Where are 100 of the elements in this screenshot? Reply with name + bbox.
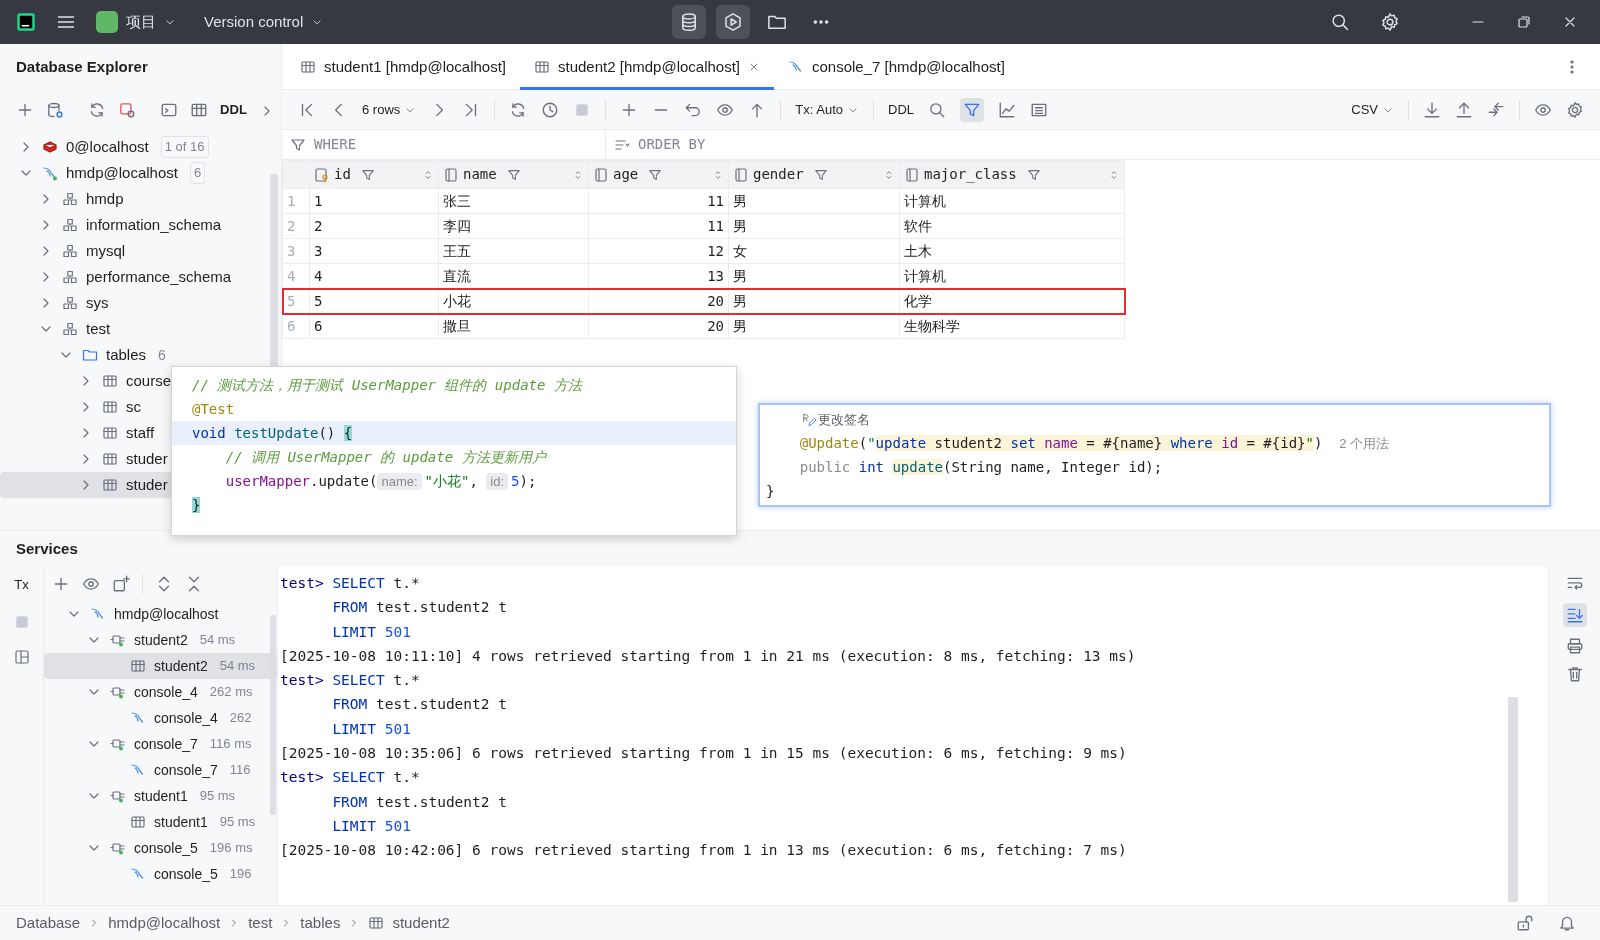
download-icon[interactable] (1423, 100, 1441, 119)
tree-label[interactable]: hmdp (86, 187, 124, 211)
layout-icon[interactable] (13, 648, 30, 665)
restore-icon[interactable] (1516, 14, 1532, 30)
trash-icon[interactable] (1565, 665, 1584, 683)
chart-icon[interactable] (998, 100, 1016, 119)
disconnect-icon[interactable] (118, 101, 136, 119)
column-name[interactable]: age (613, 164, 639, 185)
refresh-icon[interactable] (88, 101, 106, 119)
filter-icon[interactable] (1026, 167, 1041, 182)
filter-toggle-button[interactable] (960, 97, 984, 122)
column-name[interactable]: name (463, 164, 497, 185)
tree-label[interactable]: console_5 (134, 837, 198, 859)
scroll-to-end-button[interactable] (1562, 603, 1587, 627)
tree-label[interactable]: console_4 (134, 681, 198, 703)
settings-icon[interactable] (1566, 100, 1584, 119)
breadcrumb-item[interactable]: tables (300, 911, 341, 935)
tree-meta: 54 ms (219, 657, 256, 676)
add-icon[interactable] (52, 575, 70, 593)
search-icon[interactable] (928, 100, 946, 119)
where-filter-field[interactable]: WHERE (314, 134, 357, 155)
soft-wrap-icon[interactable] (1565, 575, 1584, 593)
run-icon[interactable] (723, 12, 743, 32)
console-line: [2025-10-08 10:35:06] 6 rows retrieved starting from 1 in 15 ms (execution: 6 ms, fetching: 9 ms) (279, 744, 1128, 764)
column-name[interactable]: id (334, 164, 351, 185)
settings-icon[interactable] (1380, 12, 1400, 32)
author-edit-icon[interactable] (802, 413, 816, 427)
notifications-icon[interactable] (1558, 914, 1576, 932)
tree-label[interactable]: performance_schema (86, 265, 232, 289)
tool-window-button[interactable] (672, 5, 706, 39)
tree-label[interactable]: console_7 (134, 733, 198, 755)
tree-label[interactable]: student1 (134, 785, 188, 807)
breadcrumb-item[interactable]: test (248, 911, 273, 935)
tool-window-button[interactable] (716, 5, 750, 39)
scrollbar[interactable] (1508, 697, 1518, 902)
tree-label[interactable]: tables (106, 343, 147, 367)
tree-meta: 196 (229, 865, 252, 884)
primary-key-icon (314, 166, 330, 183)
project-menu[interactable]: 项目 (126, 10, 156, 34)
editor-tab[interactable]: student1 [hmdp@localhost] (286, 44, 520, 90)
tree-meta: 262 (229, 709, 252, 728)
page-size-selector[interactable]: 6 rows (362, 99, 401, 120)
tree-label[interactable]: sys (86, 291, 109, 315)
filter-icon[interactable] (506, 167, 521, 182)
view-icon[interactable] (82, 575, 100, 593)
editor-tab[interactable]: student2 [hmdp@localhost] (520, 44, 774, 90)
console-line: [2025-10-08 10:11:10] 4 rows retrieved starting from 1 in 21 ms (execution: 8 ms, fetching: 13 ms) (279, 646, 1137, 666)
scrollbar[interactable] (270, 615, 276, 815)
tree-item[interactable]: console_7 116 (44, 757, 277, 783)
history-icon[interactable] (541, 100, 560, 119)
app-logo (16, 12, 36, 32)
tree-label[interactable]: information_schema (86, 213, 222, 237)
tree-item[interactable]: student2 54 ms (44, 653, 277, 679)
transaction-mode-selector[interactable]: Tx: Auto (795, 99, 843, 120)
breadcrumb-item[interactable]: hmdp@localhost (108, 911, 221, 935)
tree-label: console_7 (154, 760, 218, 780)
breadcrumb-item[interactable]: Database (16, 911, 81, 935)
console-icon (130, 866, 146, 882)
order-by-field[interactable]: ORDER BY (638, 134, 706, 155)
close-icon[interactable] (748, 61, 760, 73)
console-icon[interactable] (160, 101, 178, 119)
ddl-button[interactable]: DDL (888, 99, 914, 120)
editor-tab[interactable]: console_7 [hmdp@localhost] (774, 44, 1019, 90)
search-icon[interactable] (1330, 12, 1350, 32)
export-format-selector[interactable]: CSV (1351, 99, 1378, 120)
upload-icon[interactable] (1455, 100, 1473, 119)
session-icon (110, 788, 126, 804)
vcs-menu[interactable]: Version control (204, 10, 304, 34)
project-icon (96, 11, 118, 33)
breadcrumb-item[interactable]: student2 (392, 911, 450, 935)
ddl-button[interactable]: DDL (220, 100, 247, 120)
tree-label[interactable]: 0@localhost (66, 135, 149, 159)
session-icon (110, 736, 126, 752)
table-cell: 11 (588, 188, 729, 214)
code-vision-hint[interactable]: 更改签名 (818, 410, 870, 430)
tree-label[interactable]: test (86, 317, 111, 341)
add-icon[interactable] (16, 101, 34, 119)
tree-label[interactable]: hmdp@localhost (66, 161, 178, 185)
filter-icon[interactable] (360, 167, 375, 182)
filter-icon[interactable] (813, 167, 828, 182)
database-icon[interactable] (679, 12, 699, 32)
filter-icon[interactable] (648, 167, 663, 182)
tree-item[interactable]: console_4 262 (44, 705, 277, 731)
print-icon[interactable] (1565, 637, 1584, 655)
transactions-button[interactable]: Tx (14, 575, 29, 595)
table-icon[interactable] (190, 101, 208, 119)
compare-icon[interactable] (1487, 100, 1505, 119)
lock-icon[interactable] (1516, 914, 1534, 932)
code-line: @Test (191, 400, 236, 419)
table-cell: 1 (309, 188, 439, 214)
table-cell: 男 (728, 313, 900, 339)
datasource-icon (42, 165, 58, 181)
tree-label[interactable]: hmdp@localhost (114, 603, 219, 625)
new-tab-icon[interactable] (112, 575, 130, 593)
console-line: LIMIT 501 (331, 622, 412, 642)
tree-item[interactable]: student1 95 ms (44, 809, 277, 835)
tree-label[interactable]: mysql (86, 239, 126, 263)
tree-item[interactable]: console_5 196 (44, 861, 277, 887)
tree-label[interactable]: student2 (134, 629, 188, 651)
datasource-settings-icon[interactable] (46, 101, 64, 119)
